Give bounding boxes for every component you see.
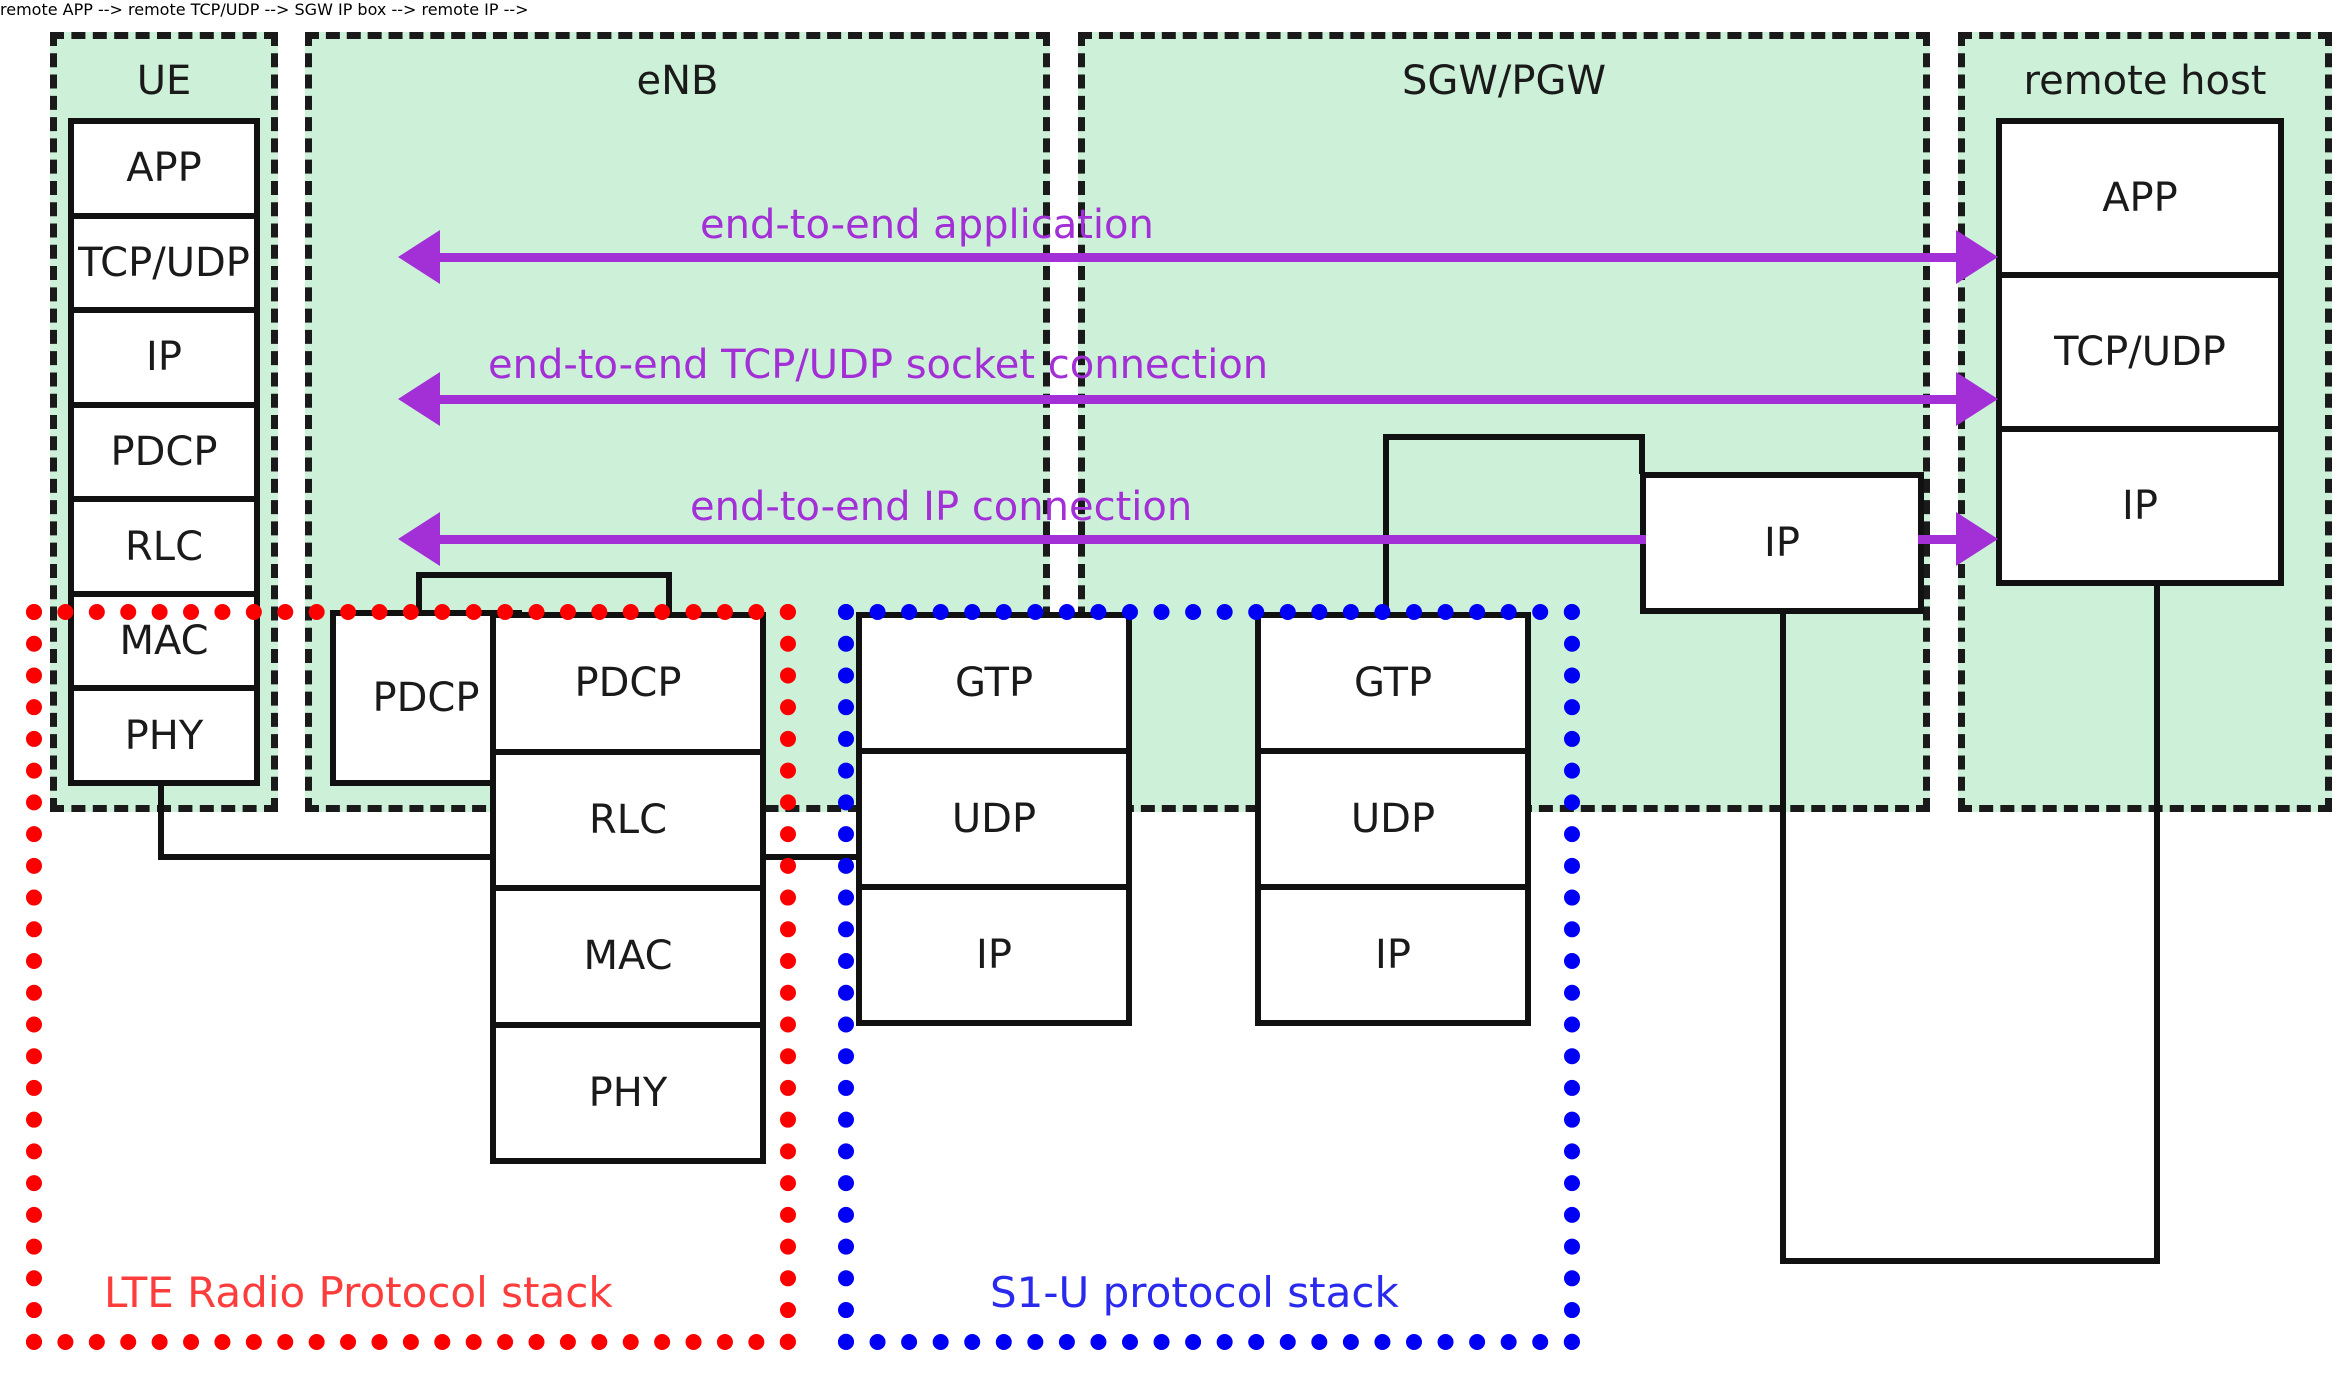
highlight-s1u-protocol-stack bbox=[838, 604, 1580, 1350]
connector-sgw-ip-to-remote-ip-vert-right bbox=[2154, 586, 2160, 1264]
highlight-lte-radio-label: LTE Radio Protocol stack bbox=[104, 1268, 613, 1317]
ip-arrow-head-right bbox=[1956, 512, 1998, 566]
connector-sgw-gtp-to-sgw-ip-horiz bbox=[1383, 434, 1645, 440]
connector-ue-ip-to-enb-pdcp-horiz bbox=[416, 572, 672, 578]
app-arrow-head-right bbox=[1956, 230, 1998, 284]
app-arrow-line bbox=[438, 253, 1988, 262]
tcp-arrow-label: end-to-end TCP/UDP socket connection bbox=[488, 342, 1269, 388]
tcp-arrow-head-left bbox=[398, 372, 440, 426]
box-sgw-ip: IP bbox=[1640, 472, 1924, 614]
app-arrow-label: end-to-end application bbox=[700, 202, 1154, 248]
ip-arrow-head-left bbox=[398, 512, 440, 566]
connector-sgw-gtp-to-sgw-ip-vert-left bbox=[1383, 434, 1389, 614]
domain-ue-label: UE bbox=[136, 58, 192, 104]
layer-ue-tcp-udp: TCP/UDP bbox=[74, 218, 254, 314]
layer-ue-pdcp: PDCP bbox=[74, 407, 254, 503]
lte-protocol-stack-diagram: UE eNB SGW/PGW remote host APP TCP/UDP I… bbox=[0, 0, 2352, 1386]
connector-sgw-ip-to-remote-ip-horiz bbox=[1780, 1258, 2160, 1264]
domain-remote-host-label: remote host bbox=[2023, 58, 2267, 104]
domain-sgw-pgw-label: SGW/PGW bbox=[1401, 58, 1607, 104]
domain-enb-label: eNB bbox=[636, 58, 719, 104]
layer-ue-rlc: RLC bbox=[74, 502, 254, 597]
tcp-arrow-line bbox=[438, 395, 1988, 404]
stack-remote-host: APP TCP/UDP IP bbox=[1996, 118, 2284, 586]
highlight-s1u-label: S1-U protocol stack bbox=[990, 1268, 1399, 1317]
layer-remote-tcp-udp: TCP/UDP bbox=[2002, 278, 2278, 432]
ip-arrow-line-left bbox=[438, 535, 1646, 544]
layer-ue-ip: IP bbox=[74, 313, 254, 408]
layer-remote-ip: IP bbox=[2002, 432, 2278, 580]
connector-sgw-gtp-to-sgw-ip-vert-right bbox=[1639, 434, 1645, 474]
connector-sgw-ip-to-remote-ip-vert-left2 bbox=[1780, 608, 1786, 1264]
ip-arrow-label: end-to-end IP connection bbox=[690, 484, 1193, 530]
highlight-lte-radio-protocol-stack bbox=[26, 604, 796, 1350]
tcp-arrow-head-right bbox=[1956, 372, 1998, 426]
layer-ue-app: APP bbox=[74, 124, 254, 219]
app-arrow-head-left bbox=[398, 230, 440, 284]
layer-remote-app: APP bbox=[2002, 124, 2278, 278]
